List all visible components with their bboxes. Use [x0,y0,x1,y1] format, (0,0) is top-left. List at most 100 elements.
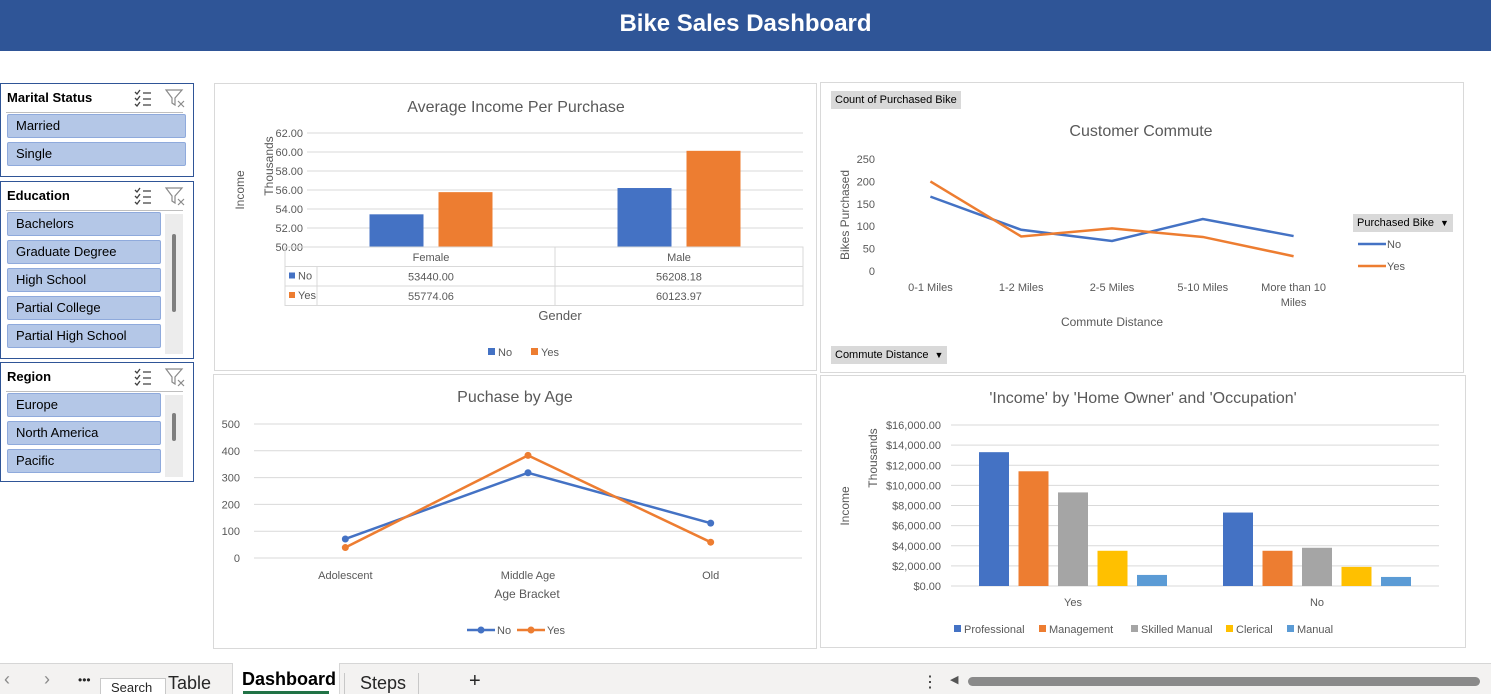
x-category-label: Old [702,570,719,582]
y-axis-title: Bikes Purchased [838,170,852,260]
clear-filter-icon[interactable] [164,367,186,387]
chart-title: Customer Commute [1069,123,1212,140]
chart-purchase-by-age[interactable]: Puchase by Age 500 400 300 200 100 0 Adolescent… [213,374,817,649]
slicer-item[interactable]: Single [7,142,186,166]
y-tick-label: 50.00 [275,242,303,254]
slicer-scroll-thumb[interactable] [172,413,176,441]
x-category-label: 0-1 Miles [908,282,953,294]
more-sheets-icon[interactable]: ••• [78,673,91,687]
scroll-left-icon[interactable]: ◀ [950,673,958,686]
series-line-no [929,195,1294,243]
dropdown-arrow-icon: ▼ [934,350,944,360]
slicer-item[interactable]: North America [7,421,161,445]
y-tick-label: 400 [222,446,240,458]
tab-dashboard[interactable]: Dashboard [242,669,336,690]
y-tick-label: 100 [222,526,240,538]
bar-manual [1137,574,1167,586]
pivot-value-button-label: Count of Purchased Bike [835,94,957,106]
legend-label: No [497,625,511,637]
slicer-item[interactable]: Graduate Degree [7,240,161,264]
next-sheet-icon[interactable]: › [44,669,50,690]
y-tick-label: 150 [857,199,875,211]
slicer-item[interactable]: Partial High School [7,324,161,348]
slicer-region: Region Europe North America Pacific [0,362,194,482]
y-tick-label: $2,000.00 [892,561,941,573]
legend-swatch [1226,625,1233,632]
x-category-label: Male [667,252,691,264]
chart-income-home-owner[interactable]: 'Income' by 'Home Owner' and 'Occupation… [820,375,1466,648]
income-home-owner-chart-svg: 'Income' by 'Home Owner' and 'Occupation… [838,390,1439,636]
y-axis-title: Income [838,486,852,526]
x-category-label: 5-10 Miles [1177,282,1228,294]
data-point-marker [341,535,349,543]
data-table-value: 56208.18 [656,272,702,284]
slicer-item[interactable]: Pacific [7,449,161,473]
tab-divider [418,673,419,694]
x-axis-title: Age Bracket [494,587,560,601]
slicer-item[interactable]: Bachelors [7,212,161,236]
series-line-yes [929,180,1294,258]
series-line-yes [344,453,712,549]
add-sheet-icon[interactable]: + [469,670,481,693]
y-tick-label: 60.00 [275,147,303,159]
slicer-header: Education [1,182,193,210]
legend-label: Yes [547,625,565,637]
y-tick-label: $4,000.00 [892,541,941,553]
scrollbar-thumb[interactable] [968,677,1480,686]
horizontal-scrollbar[interactable]: ◀ [950,673,1488,687]
slicer-scroll-thumb[interactable] [172,234,176,312]
sheet-options-icon[interactable]: ⋮ [922,672,938,692]
y-axis-unit: Thousands [262,136,276,195]
tab-table[interactable]: Table [168,673,211,694]
data-point-marker [524,469,532,477]
pivot-value-button[interactable]: Count of Purchased Bike [831,91,961,109]
bar-management [1018,471,1049,586]
multi-select-icon[interactable] [133,186,153,206]
slicer-scrollbar[interactable] [165,214,183,354]
slicer-item[interactable]: Partial College [7,296,161,320]
y-tick-label: $8,000.00 [892,501,941,513]
y-tick-label: 58.00 [275,166,303,178]
chart-average-income[interactable]: Average Income Per Purchase Income Thousan… [214,83,817,371]
y-tick-label: 300 [222,473,240,485]
x-axis-title: Gender [538,308,582,323]
clear-filter-icon[interactable] [164,186,186,206]
slicer-item[interactable]: Europe [7,393,161,417]
multi-select-icon[interactable] [133,88,153,108]
bar-no [617,188,672,247]
dashboard-banner: Bike Sales Dashboard [0,0,1491,51]
data-table-value: 60123.97 [656,291,702,303]
prev-sheet-icon[interactable]: ‹ [4,669,10,690]
y-tick-label: $16,000.00 [886,420,941,432]
data-table-series-name: No [298,271,312,283]
legend-label: Professional [964,624,1025,636]
purchased-bike-filter-button[interactable]: Purchased Bike ▼ [1353,214,1453,232]
slicer-marital-status: Marital Status Married Single [0,83,194,177]
chart-title: Average Income Per Purchase [407,99,625,116]
legend-swatch [531,348,538,355]
y-tick-label: 52.00 [275,223,303,235]
legend-label: Clerical [1236,624,1273,636]
legend-label: No [498,347,512,359]
legend-swatch [488,348,495,355]
x-category-label: Female [413,252,450,264]
search-tooltip-label: Search [111,680,153,694]
chart-customer-commute[interactable]: Customer Commute Bikes Purchased 250 200 150… [820,82,1464,373]
bar-professional [979,452,1009,586]
tab-steps[interactable]: Steps [360,673,406,694]
commute-distance-filter-button[interactable]: Commute Distance ▼ [831,346,948,364]
legend-label: Yes [541,347,559,359]
y-tick-label: $6,000.00 [892,521,941,533]
y-tick-label: 54.00 [275,204,303,216]
slicer-item[interactable]: Married [7,114,186,138]
bar-clerical [1341,566,1372,586]
multi-select-icon[interactable] [133,367,153,387]
slicer-item[interactable]: High School [7,268,161,292]
y-tick-label: $12,000.00 [886,460,941,472]
bar-yes [686,150,741,247]
slicer-scrollbar[interactable] [165,395,183,477]
clear-filter-icon[interactable] [164,88,186,108]
legend-marker [527,626,535,634]
bar-manual [1381,576,1411,586]
legend-label: Yes [1387,261,1405,273]
